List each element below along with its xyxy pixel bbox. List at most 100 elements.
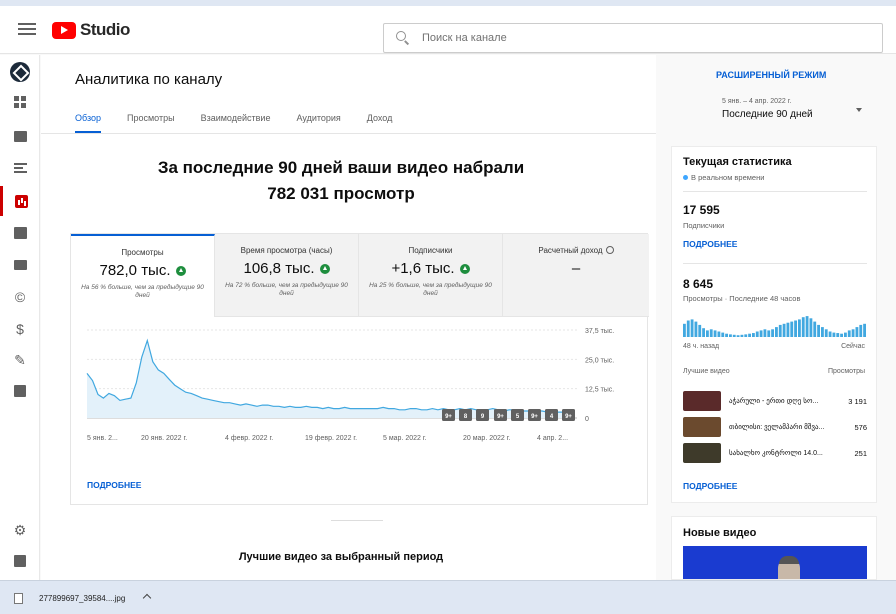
tab-views[interactable]: Просмотры bbox=[127, 107, 175, 133]
chevron-down-icon[interactable] bbox=[856, 108, 862, 112]
metric-subscribers[interactable]: Подписчики +1,6 тыс. На 25 % больше, чем… bbox=[359, 234, 503, 317]
subscribers-more-link[interactable]: ПОДРОБНЕЕ bbox=[683, 239, 737, 249]
x-tick-label: 20 янв. 2022 г. bbox=[141, 435, 187, 442]
realtime-more-link[interactable]: ПОДРОБНЕЕ bbox=[683, 481, 737, 491]
tab-engagement[interactable]: Взаимодействие bbox=[201, 107, 271, 133]
realtime-bar bbox=[709, 329, 713, 337]
trend-up-icon bbox=[319, 263, 330, 274]
metric-watch-time[interactable]: Время просмотра (часы) 106,8 тыс. На 72 … bbox=[215, 234, 359, 317]
video-marker-label: 9+ bbox=[445, 414, 452, 420]
chart-more-link[interactable]: ПОДРОБНЕЕ bbox=[87, 480, 141, 490]
metric-views[interactable]: Просмотры 782,0 тыс. На 56 % больше, чем… bbox=[71, 234, 215, 317]
search-icon[interactable] bbox=[396, 31, 410, 45]
x-tick-label: 5 мар. 2022 г. bbox=[383, 435, 427, 442]
realtime-bar bbox=[778, 324, 782, 337]
trend-up-icon bbox=[175, 265, 186, 276]
youtube-logo-icon bbox=[52, 21, 76, 39]
x-tick-label: 19 февр. 2022 г. bbox=[305, 435, 357, 442]
metric-note: На 56 % больше, чем за предыдущие 90 дне… bbox=[81, 284, 204, 299]
playlists-icon[interactable] bbox=[0, 153, 40, 183]
subtitles-icon[interactable] bbox=[0, 250, 40, 280]
metric-label: Время просмотра (часы) bbox=[240, 246, 333, 255]
y-tick-label: 25,0 тыс. bbox=[585, 357, 614, 364]
realtime-views-count: 8 645 bbox=[683, 277, 714, 291]
realtime-bar bbox=[863, 323, 866, 337]
top-videos-views-header: Просмотры bbox=[828, 368, 865, 375]
x-tick-label: 5 янв. 2... bbox=[87, 435, 118, 442]
settings-icon[interactable]: ⚙ bbox=[0, 515, 40, 545]
main-content: Аналитика по каналу Обзор Просмотры Взаи… bbox=[41, 55, 656, 580]
search-box[interactable] bbox=[383, 23, 883, 53]
realtime-bar bbox=[694, 321, 698, 337]
bars-axis-right: Сейчас bbox=[841, 343, 865, 350]
realtime-bar bbox=[794, 320, 797, 337]
top-video-row[interactable]: თბილისი: ველამპარი მშვა... 576 bbox=[683, 416, 867, 438]
tab-audience[interactable]: Аудитория bbox=[296, 107, 340, 133]
section-divider bbox=[331, 520, 383, 521]
realtime-bar bbox=[690, 319, 694, 337]
metric-value: – bbox=[571, 260, 581, 277]
comments-icon[interactable] bbox=[0, 218, 40, 248]
realtime-bar bbox=[828, 331, 832, 337]
video-marker-label: 9+ bbox=[565, 414, 572, 420]
advanced-mode-link[interactable]: РАСШИРЕННЫЙ РЕЖИМ bbox=[716, 70, 826, 80]
studio-logo[interactable]: Studio bbox=[52, 20, 130, 40]
new-video-thumbnail[interactable] bbox=[683, 546, 867, 579]
new-videos-card: Новые видео bbox=[671, 516, 877, 580]
realtime-title: Текущая статистика bbox=[683, 156, 792, 168]
copyright-icon[interactable]: © bbox=[0, 282, 40, 312]
video-title: სახალხო კონტროლი 14.0... bbox=[729, 450, 823, 457]
metric-note: На 25 % больше, чем за предыдущие 90 дне… bbox=[369, 282, 492, 297]
realtime-bar bbox=[836, 333, 840, 337]
monetization-icon[interactable]: $ bbox=[0, 314, 40, 344]
realtime-bar bbox=[736, 335, 740, 337]
realtime-bar bbox=[809, 318, 813, 337]
realtime-bar bbox=[844, 332, 847, 337]
realtime-bar bbox=[832, 332, 836, 337]
top-video-row[interactable]: სახალხო კონტროლი 14.0... 251 bbox=[683, 442, 867, 464]
top-video-row[interactable]: აჭარული - ერთი დღე სო... 3 191 bbox=[683, 390, 867, 412]
realtime-bar bbox=[763, 329, 767, 337]
metric-label: Подписчики bbox=[408, 246, 453, 255]
realtime-card: Текущая статистика В реальном времени 17… bbox=[671, 146, 877, 503]
feedback-icon[interactable] bbox=[0, 546, 40, 576]
tab-overview[interactable]: Обзор bbox=[75, 107, 101, 133]
analytics-icon[interactable] bbox=[0, 186, 40, 216]
realtime-bar bbox=[717, 331, 721, 337]
chevron-up-icon[interactable] bbox=[142, 593, 152, 603]
date-range-label: Последние 90 дней bbox=[722, 109, 813, 120]
menu-icon[interactable] bbox=[18, 20, 36, 38]
realtime-bar bbox=[767, 330, 771, 337]
realtime-bar bbox=[725, 333, 728, 337]
customization-icon[interactable]: ✎ bbox=[0, 345, 40, 375]
content-icon[interactable] bbox=[0, 121, 40, 151]
realtime-bar bbox=[771, 329, 774, 337]
headline-line2: 782 031 просмотр bbox=[267, 184, 415, 203]
metric-revenue[interactable]: Расчетный доход – bbox=[503, 234, 649, 317]
tabs-divider bbox=[41, 133, 656, 134]
clock-icon[interactable] bbox=[605, 246, 614, 254]
video-views: 576 bbox=[854, 422, 867, 432]
realtime-bar bbox=[805, 316, 809, 337]
y-tick-label: 0 bbox=[585, 416, 589, 423]
date-range-selector[interactable]: 5 янв. – 4 апр. 2022 г. Последние 90 дне… bbox=[722, 98, 813, 120]
new-videos-title: Новые видео bbox=[683, 527, 757, 539]
sidebar: © $ ✎ ⚙ bbox=[0, 55, 40, 580]
download-filename[interactable]: 277899697_39584....jpg bbox=[39, 594, 125, 603]
audio-library-icon[interactable] bbox=[0, 376, 40, 406]
views-chart[interactable]: 012,5 тыс.25,0 тыс.37,5 тыс.9+ 8 9 9+ 5 9+ 4 9+… bbox=[71, 318, 647, 478]
realtime-bar bbox=[729, 334, 732, 337]
subscribers-count: 17 595 bbox=[683, 203, 720, 217]
metric-value: 106,8 тыс. bbox=[215, 260, 358, 277]
y-tick-label: 37,5 тыс. bbox=[585, 328, 614, 335]
video-views: 251 bbox=[854, 448, 867, 458]
tab-revenue[interactable]: Доход bbox=[367, 107, 393, 133]
channel-avatar-icon[interactable] bbox=[0, 57, 40, 87]
realtime-bars-chart[interactable] bbox=[683, 315, 867, 337]
dashboard-icon[interactable] bbox=[0, 87, 40, 117]
realtime-bar bbox=[732, 334, 736, 337]
search-input[interactable] bbox=[422, 32, 862, 44]
metric-note: На 72 % больше, чем за предыдущие 90 дне… bbox=[225, 282, 348, 297]
video-views: 3 191 bbox=[848, 396, 867, 406]
realtime-bar bbox=[824, 329, 828, 337]
